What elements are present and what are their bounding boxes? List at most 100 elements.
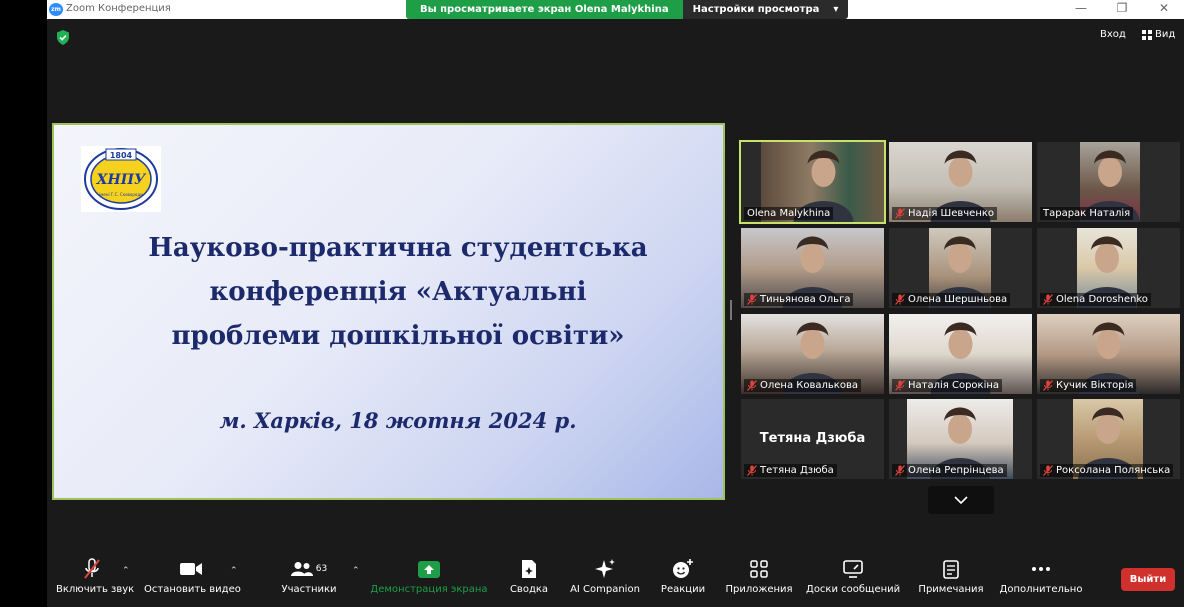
participant-tile[interactable]: Тетяна Дзюба Тетяна Дзюба [741, 399, 884, 479]
whiteboards-label: Доски сообщений [806, 584, 901, 595]
summary-button[interactable]: Сводка [502, 558, 556, 595]
unmute-button[interactable]: Включить звук [56, 558, 135, 595]
whiteboards-button[interactable]: Доски сообщений [806, 558, 900, 595]
participant-tile[interactable]: Olena Doroshenko [1037, 228, 1180, 308]
ai-sparkle-icon [595, 559, 615, 578]
reactions-label: Реакции [660, 584, 706, 595]
unmute-label: Включить звук [56, 584, 135, 595]
slide-title: Науково-практична студентська конференці… [94, 226, 702, 358]
video-camera-icon [180, 563, 202, 575]
ai-companion-label: AI Companion [570, 584, 640, 595]
participant-name: Олена Шершньова [908, 294, 1008, 305]
participant-name-tag: Olena Malykhina [744, 207, 834, 220]
enter-button[interactable]: Вход [1100, 29, 1126, 40]
university-logo: 1804 ХНПУ імені Г.С. Сковороди [81, 146, 161, 212]
close-button[interactable]: ✕ [1154, 1, 1174, 15]
slide-title-line: конференція «Актуальні [209, 277, 587, 307]
participant-name: Olena Doroshenko [1056, 294, 1148, 305]
participant-tile[interactable]: Роксолана Полянська [1037, 399, 1180, 479]
share-screen-button[interactable]: Демонстрация экрана [369, 558, 489, 595]
apps-icon [750, 560, 768, 578]
participant-name: Олена Репрінцева [908, 465, 1004, 476]
chevron-down-icon [954, 496, 968, 505]
next-page-button[interactable] [928, 486, 994, 514]
participants-icon [290, 562, 313, 576]
microphone-muted-icon [1043, 294, 1053, 305]
maximize-button[interactable]: ❐ [1112, 1, 1132, 15]
participants-button[interactable]: 63 Участники [275, 558, 343, 595]
notes-label: Примечания [918, 584, 984, 595]
share-screen-icon [418, 560, 440, 578]
participant-name-tag: Роксолана Полянська [1040, 464, 1174, 477]
participant-name-tag: Тетяна Дзюба [744, 464, 837, 477]
participant-name: Олена Ковалькова [760, 380, 858, 391]
participants-label: Участники [281, 584, 337, 595]
notes-icon [943, 560, 959, 579]
participant-tile[interactable]: Олена Репрінцева [889, 399, 1032, 479]
microphone-muted-icon [895, 380, 905, 391]
leave-meeting-button[interactable]: Выйти [1121, 568, 1175, 591]
whiteboard-icon [843, 560, 863, 578]
minimize-button[interactable]: — [1071, 1, 1091, 15]
participant-name: Olena Malykhina [747, 208, 831, 219]
participant-name-tag: Тарарак Наталія [1040, 207, 1134, 220]
summary-document-icon [522, 560, 536, 578]
participant-name: Наталія Сорокіна [908, 380, 1000, 391]
stop-video-button[interactable]: Остановить видео [144, 558, 241, 595]
notes-button[interactable]: Примечания [916, 558, 986, 595]
ai-companion-button[interactable]: AI Companion [568, 558, 642, 595]
microphone-muted-icon [895, 208, 905, 219]
meeting-toolbar: Включить звук ⌃ Остановить видео ⌃ 63 Уч… [47, 548, 1184, 607]
resize-splitter-handle[interactable] [730, 300, 732, 320]
share-screen-label: Демонстрация экрана [370, 584, 488, 595]
participant-tile[interactable]: Кучик Вікторія [1037, 314, 1180, 394]
slide-title-line: проблеми дошкільної освіти» [171, 321, 625, 351]
stop-video-label: Остановить видео [144, 584, 241, 595]
participant-name-tag: Олена Ковалькова [744, 379, 861, 392]
viewing-screen-label: Вы просматриваете экран Olena Malykhina [406, 0, 683, 19]
slide-subtitle: м. Харків, 18 жотня 2024 р. [219, 408, 577, 433]
more-label: Дополнительно [999, 584, 1083, 595]
participant-display-name: Тетяна Дзюба [759, 431, 866, 446]
participant-name: Надія Шевченко [908, 208, 995, 219]
microphone-muted-icon [84, 558, 100, 579]
reactions-button[interactable]: Реакции [658, 558, 708, 595]
participant-tile[interactable]: Надія Шевченко [889, 142, 1032, 222]
participant-tile[interactable]: Тарарак Наталія [1037, 142, 1180, 222]
more-button[interactable]: Дополнительно [999, 558, 1083, 595]
view-label: Вид [1155, 29, 1176, 40]
apps-button[interactable]: Приложения [723, 558, 795, 595]
participant-name-tag: Тиньянова Ольга [744, 293, 854, 306]
participants-count: 63 [315, 564, 328, 574]
encryption-shield-icon[interactable] [56, 30, 70, 45]
participant-tile[interactable]: Олена Ковалькова [741, 314, 884, 394]
microphone-muted-icon [747, 294, 757, 305]
reactions-smiley-icon [673, 559, 693, 578]
participant-name-tag: Надія Шевченко [892, 207, 998, 220]
more-dots-icon [1032, 567, 1050, 571]
participant-tile[interactable]: Наталія Сорокіна [889, 314, 1032, 394]
chevron-down-icon: ▾ [833, 4, 839, 15]
logo-letters: ХНПУ [96, 172, 147, 188]
participant-tile[interactable]: Олена Шершньова [889, 228, 1032, 308]
microphone-muted-icon [1043, 380, 1053, 391]
participant-name: Кучик Вікторія [1056, 380, 1134, 391]
participant-tile[interactable]: Olena Malykhina [739, 140, 886, 224]
window-title: Zoom Конференция [66, 3, 171, 14]
zoom-window: zm Zoom Конференция — ❐ ✕ Вы просматрива… [47, 0, 1184, 607]
grid-view-icon [1142, 29, 1152, 40]
participant-name-tag: Кучик Вікторія [1040, 379, 1137, 392]
participant-name: Роксолана Полянська [1056, 465, 1171, 476]
microphone-muted-icon [747, 380, 757, 391]
microphone-muted-icon [895, 294, 905, 305]
view-options-label: Настройки просмотра [692, 4, 820, 15]
slide-title-line: Науково-практична студентська [148, 233, 648, 263]
zoom-logo-icon: zm [49, 3, 63, 16]
video-options-caret[interactable]: ⌃ [230, 566, 238, 576]
audio-options-caret[interactable]: ⌃ [122, 566, 130, 576]
view-options-button[interactable]: Настройки просмотра ▾ [682, 0, 849, 19]
participants-options-caret[interactable]: ⌃ [352, 566, 360, 576]
view-button[interactable]: Вид [1142, 29, 1175, 40]
participant-tile[interactable]: Тиньянова Ольга [741, 228, 884, 308]
participant-name: Тарарак Наталія [1043, 208, 1131, 219]
